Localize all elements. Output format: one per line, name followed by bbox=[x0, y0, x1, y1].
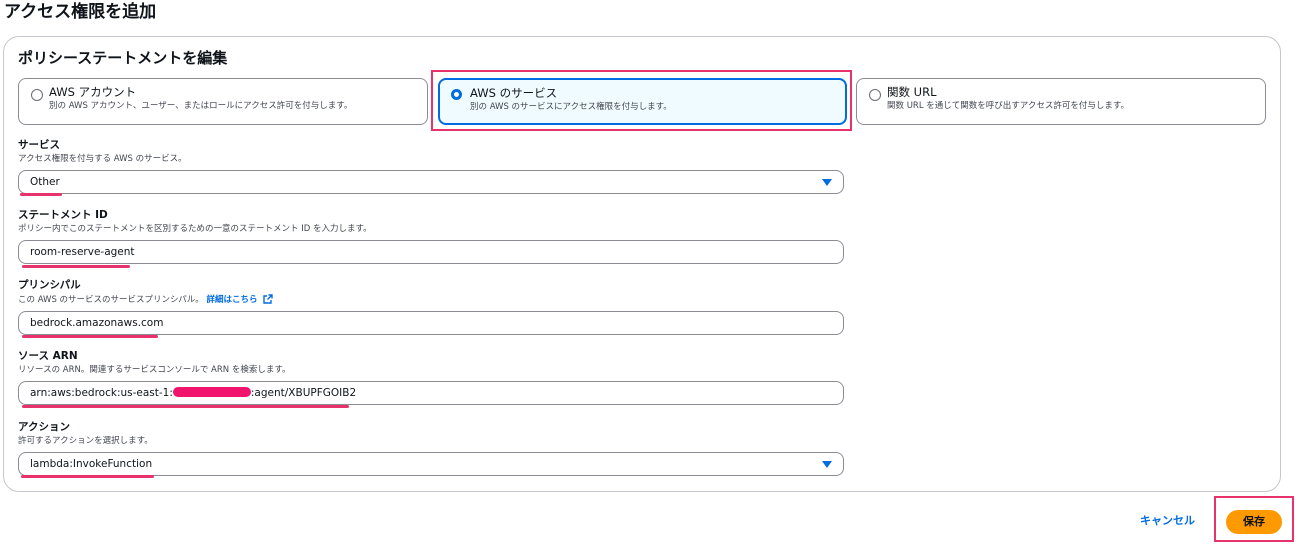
principal-description-text: この AWS のサービスのサービスプリンシパル。 bbox=[18, 295, 204, 305]
principal-input[interactable]: bedrock.amazonaws.com bbox=[18, 311, 844, 335]
radio-selected-icon[interactable] bbox=[451, 89, 462, 100]
radio-icon[interactable] bbox=[869, 89, 881, 101]
external-link-icon[interactable] bbox=[263, 294, 273, 304]
caret-down-icon bbox=[822, 179, 832, 186]
source-arn-description: リソースの ARN。関連するサービスコンソールで ARN を検索します。 bbox=[18, 365, 291, 375]
section-title: ポリシーステートメントを編集 bbox=[18, 49, 228, 67]
option-aws-account[interactable]: AWS アカウント 別の AWS アカウント、ユーザー、またはロールにアクセス許… bbox=[18, 78, 428, 125]
radio-icon[interactable] bbox=[31, 89, 43, 101]
statement-id-label: ステートメント ID bbox=[18, 209, 108, 221]
principal-value: bedrock.amazonaws.com bbox=[30, 317, 164, 329]
principal-description: この AWS のサービスのサービスプリンシパル。 詳細はこちら bbox=[18, 294, 273, 306]
option-function-url[interactable]: 関数 URL 関数 URL を通じて関数を呼び出すアクセス許可を付与します。 bbox=[856, 78, 1266, 125]
option-description: 関数 URL を通じて関数を呼び出すアクセス許可を付与します。 bbox=[887, 101, 1129, 111]
action-value: lambda:InvokeFunction bbox=[30, 458, 153, 470]
save-button[interactable]: 保存 bbox=[1226, 510, 1282, 534]
action-label: アクション bbox=[18, 421, 70, 433]
cancel-button[interactable]: キャンセル bbox=[1140, 512, 1195, 530]
option-label: AWS のサービス bbox=[470, 86, 558, 100]
statement-id-input[interactable]: room-reserve-agent bbox=[18, 240, 844, 264]
option-label: 関数 URL bbox=[887, 85, 937, 99]
option-aws-service[interactable]: AWS のサービス 別の AWS のサービスにアクセス権限を付与します。 bbox=[438, 78, 847, 125]
option-description: 別の AWS アカウント、ユーザー、またはロールにアクセス許可を付与します。 bbox=[49, 101, 353, 111]
source-arn-label: ソース ARN bbox=[18, 350, 78, 362]
source-arn-value: arn:aws:bedrock:us-east-1: :agent/XBUPFGO… bbox=[30, 382, 356, 404]
page-title: アクセス権限を追加 bbox=[4, 2, 157, 22]
option-label: AWS アカウント bbox=[49, 85, 137, 99]
service-label: サービス bbox=[18, 139, 60, 151]
caret-down-icon bbox=[822, 461, 832, 468]
principal-label: プリンシパル bbox=[18, 279, 81, 291]
service-description: アクセス権限を付与する AWS のサービス。 bbox=[18, 154, 187, 164]
source-arn-input[interactable]: arn:aws:bedrock:us-east-1: :agent/XBUPFGO… bbox=[18, 381, 844, 405]
action-select[interactable]: lambda:InvokeFunction bbox=[18, 452, 844, 476]
learn-more-link[interactable]: 詳細はこちら bbox=[207, 295, 258, 305]
service-value: Other bbox=[30, 176, 60, 188]
action-description: 許可するアクションを選択します。 bbox=[18, 436, 153, 446]
service-select[interactable]: Other bbox=[18, 170, 844, 194]
arn-prefix: arn:aws:bedrock:us-east-1: bbox=[30, 387, 173, 399]
redaction-mark bbox=[172, 387, 251, 397]
arn-suffix: :agent/XBUPFGOIB2 bbox=[250, 387, 357, 399]
statement-id-description: ポリシー内でこのステートメントを区別するための一意のステートメント ID を入力… bbox=[18, 224, 372, 234]
option-description: 別の AWS のサービスにアクセス権限を付与します。 bbox=[470, 102, 672, 112]
statement-id-value: room-reserve-agent bbox=[30, 246, 135, 258]
